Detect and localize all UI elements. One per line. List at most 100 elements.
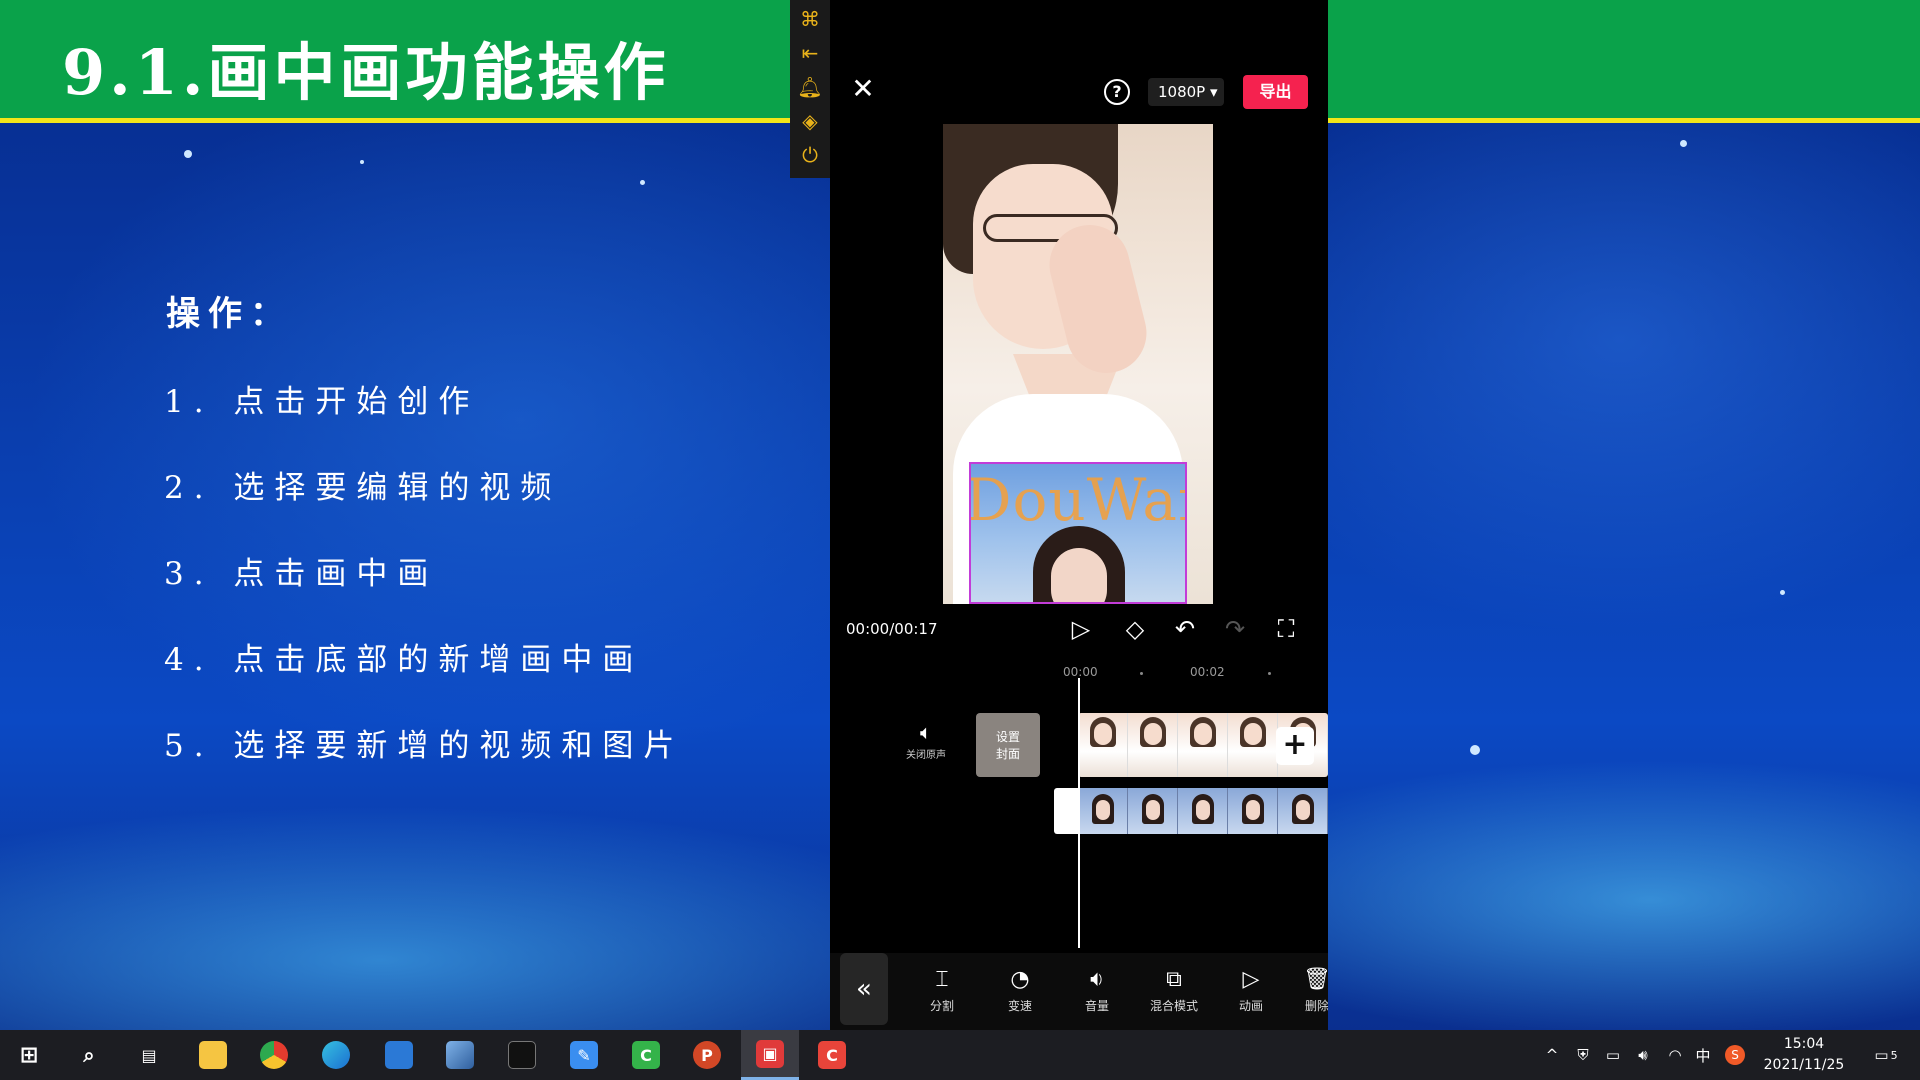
notification-icon: ▭ <box>1874 1046 1889 1064</box>
notification-center[interactable]: ▭ 5 <box>1866 1030 1906 1080</box>
pip-watermark: DouWan <box>969 466 1185 534</box>
taskbar-capcut[interactable]: C <box>803 1030 861 1080</box>
resolution-label: 1080P <box>1158 83 1206 101</box>
taskbar-notes[interactable]: ✎ <box>555 1030 613 1080</box>
taskbar-edge[interactable] <box>307 1030 365 1080</box>
taskbar-file-explorer[interactable] <box>184 1030 242 1080</box>
redo-icon[interactable]: ↷ <box>1220 614 1250 644</box>
volume-label: 音量 <box>1084 999 1109 1013</box>
split-icon: ⌶ <box>935 967 949 992</box>
time-display: 00:00/00:17 <box>846 620 938 638</box>
wifi-icon[interactable]: ◠ <box>1662 1030 1688 1080</box>
pip-video-track[interactable] <box>1054 788 1328 834</box>
search-icon: ⌕ <box>83 1043 95 1067</box>
blend-mode-icon: ⧉ <box>1166 967 1182 992</box>
track-frame <box>1078 713 1128 777</box>
decor-dot <box>1780 590 1785 595</box>
export-button[interactable]: 导出 <box>1243 75 1308 109</box>
split-button[interactable]: ⌶ 分割 <box>912 967 972 1014</box>
terminal-icon <box>508 1041 536 1069</box>
taskbar: ⊞ ⌕ ▤ ✎ C P ▣ C ^ ⛨ ▭ 🔊︎ ◠ 中 S 15:04 202… <box>0 1030 1920 1080</box>
animation-button[interactable]: ▷ 动画 <box>1221 967 1281 1014</box>
playhead[interactable] <box>1078 678 1080 948</box>
speaker-icon: 🔈︎ <box>920 720 932 744</box>
speed-label: 变速 <box>1007 999 1032 1013</box>
security-icon[interactable]: ⛨ <box>1570 1030 1596 1080</box>
power-icon[interactable]: ⏻ <box>796 138 824 172</box>
capcut-icon: C <box>818 1041 846 1069</box>
taskbar-outlook[interactable] <box>370 1030 428 1080</box>
mute-original-label: 关闭原声 <box>906 750 946 761</box>
caret-down-icon: ▾ <box>1210 83 1218 101</box>
video-preview[interactable]: DouWan <box>943 124 1213 604</box>
set-cover-button[interactable]: 设置 封面 <box>976 713 1040 777</box>
blend-mode-label: 混合模式 <box>1149 999 1198 1013</box>
desktop-background: 9.1.画中画功能操作 操作： 1. 点击开始创作 2. 选择要编辑的视频 3.… <box>0 0 1920 1030</box>
help-icon[interactable]: ? <box>1104 79 1130 105</box>
search-button[interactable]: ⌕ <box>60 1030 118 1080</box>
step-5: 5. 选择要新增的视频和图片 <box>164 728 685 764</box>
folder-icon <box>199 1041 227 1069</box>
taskbar-powerpoint[interactable]: P <box>678 1030 736 1080</box>
close-icon[interactable]: ✕ <box>850 75 876 103</box>
screenshot-icon[interactable]: ⌘ <box>796 2 824 36</box>
delete-icon: 🗑︎ <box>1303 967 1328 992</box>
delete-label: 删除 <box>1304 999 1328 1013</box>
volume-button[interactable]: 🔉︎ 音量 <box>1067 967 1127 1014</box>
task-view-icon: ▤ <box>141 1045 157 1065</box>
ime-indicator[interactable]: 中 <box>1690 1030 1716 1080</box>
blend-mode-button[interactable]: ⧉ 混合模式 <box>1144 967 1204 1014</box>
split-label: 分割 <box>929 999 954 1013</box>
decor-dot <box>184 150 192 158</box>
taskbar-chrome[interactable] <box>245 1030 303 1080</box>
track-frame <box>1278 788 1328 834</box>
taskbar-screen-mirror[interactable]: ▣ <box>741 1030 799 1080</box>
undo-icon[interactable]: ↶ <box>1170 614 1200 644</box>
delete-button[interactable]: 🗑︎ 删除 <box>1287 967 1328 1014</box>
ruler-tick <box>1140 672 1143 675</box>
taskbar-camtasia[interactable]: C <box>617 1030 675 1080</box>
step-1: 1. 点击开始创作 <box>164 384 480 420</box>
track-frame <box>1178 788 1228 834</box>
animation-icon: ▷ <box>1242 967 1260 992</box>
back-chevron-icon[interactable]: « <box>840 953 888 1025</box>
ruler-time: 00:02 <box>1190 665 1225 679</box>
windows-icon: ⊞ <box>19 1042 39 1068</box>
pen-icon: ✎ <box>570 1041 598 1069</box>
mute-original-button[interactable]: 🔈︎ 关闭原声 <box>902 720 950 761</box>
clock-time: 15:04 <box>1783 1036 1825 1052</box>
battery-icon[interactable]: ▭ <box>1600 1030 1626 1080</box>
track-frame <box>1078 788 1128 834</box>
track-frame <box>1128 788 1178 834</box>
sogou-icon[interactable]: S <box>1722 1030 1748 1080</box>
taskbar-app-manager[interactable] <box>431 1030 489 1080</box>
resolution-dropdown[interactable]: 1080P ▾ <box>1148 78 1224 106</box>
video-editor-window: ✕ ? 1080P ▾ 导出 DouWan 00:00/00:17 ▷ ◇ ↶ … <box>830 0 1328 1030</box>
layers-icon[interactable]: ◈ <box>796 104 824 138</box>
fullscreen-icon[interactable]: ⛶ <box>1271 614 1301 644</box>
decor-dot <box>1680 140 1687 147</box>
taskbar-clock[interactable]: 15:04 2021/11/25 <box>1756 1034 1852 1076</box>
task-view-button[interactable]: ▤ <box>120 1030 178 1080</box>
pip-subject-face <box>1051 548 1107 602</box>
camtasia-icon: C <box>632 1041 660 1069</box>
speaker-tray-icon[interactable]: 🔊︎ <box>1630 1030 1656 1080</box>
keyframe-icon[interactable]: ◇ <box>1120 614 1150 644</box>
floating-toolbar: ⌘ ⇤ 🔔︎ ◈ ⏻ <box>790 0 830 178</box>
taskbar-terminal[interactable] <box>493 1030 551 1080</box>
track-frame <box>1228 788 1278 834</box>
start-button[interactable]: ⊞ <box>0 1030 58 1080</box>
ruler-time: 00:00 <box>1063 665 1098 679</box>
clock-date: 2021/11/25 <box>1763 1057 1845 1073</box>
decor-dot <box>1470 745 1480 755</box>
speed-button[interactable]: ◔ 变速 <box>990 967 1050 1014</box>
add-clip-button[interactable]: + <box>1276 727 1314 765</box>
bell-icon[interactable]: 🔔︎ <box>796 70 824 104</box>
pip-overlay[interactable]: DouWan <box>969 462 1187 604</box>
exit-icon[interactable]: ⇤ <box>796 36 824 70</box>
play-icon[interactable]: ▷ <box>1066 614 1096 644</box>
pip-track-handle[interactable] <box>1054 788 1078 834</box>
powerpoint-icon: P <box>693 1041 721 1069</box>
chevron-up-icon[interactable]: ^ <box>1540 1030 1564 1080</box>
edge-icon <box>322 1041 350 1069</box>
